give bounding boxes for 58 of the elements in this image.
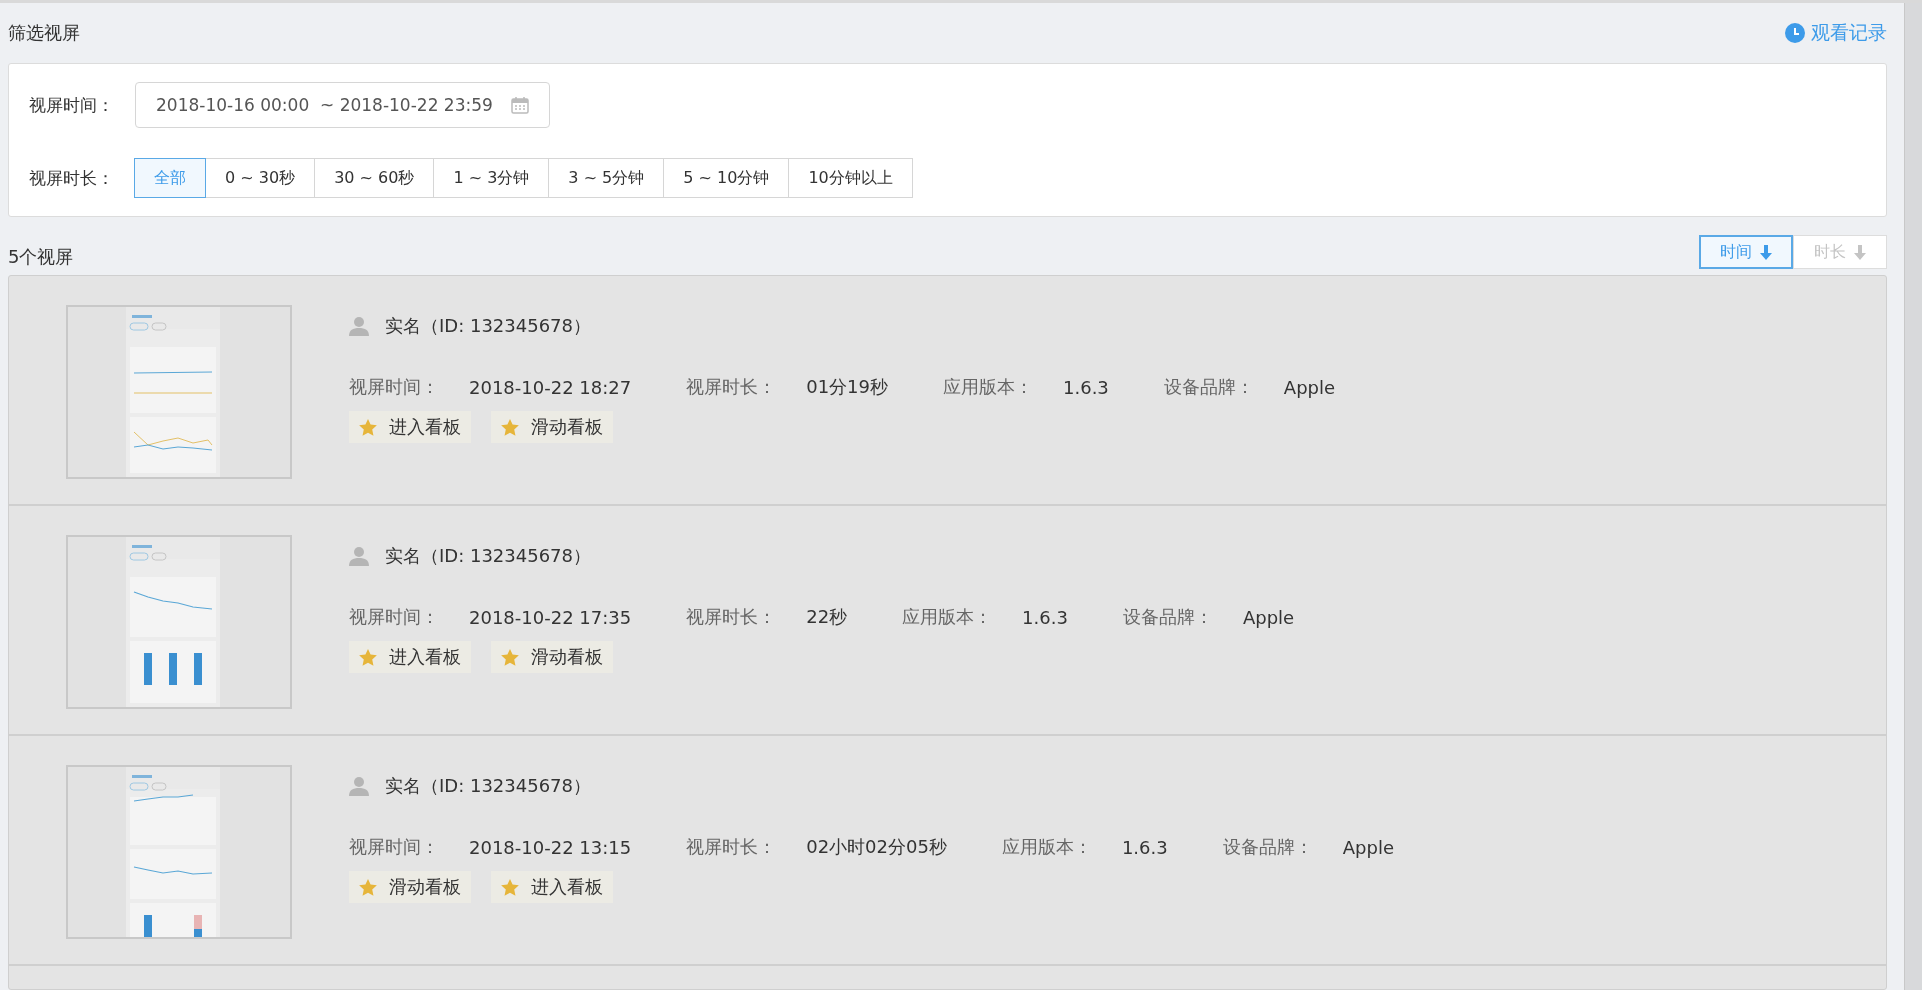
- star-icon: [359, 418, 377, 436]
- field-label: 视屏时长：: [686, 375, 777, 399]
- field-label: 设备品牌：: [1163, 375, 1254, 399]
- board-tag: 进入看板: [349, 641, 471, 673]
- scrollbar[interactable]: [1904, 3, 1922, 990]
- star-icon: [359, 878, 377, 896]
- filter-label: 视屏时间：: [29, 93, 115, 117]
- duration-option[interactable]: 3 ~ 5分钟: [548, 158, 665, 198]
- board-tag: 滑动看板: [349, 871, 471, 903]
- field-label: 视屏时长：: [686, 835, 777, 859]
- down-arrow-icon: [1760, 244, 1772, 260]
- user-name: 实名（ID: 132345678）: [385, 774, 592, 798]
- field-label: 视屏时间：: [349, 835, 439, 859]
- field-value: Apple: [1242, 606, 1295, 628]
- field-value: 01分19秒: [806, 375, 888, 399]
- star-icon: [501, 878, 519, 896]
- section-title: 筛选视屏: [8, 21, 80, 45]
- board-tag: 滑动看板: [491, 411, 613, 443]
- person-icon: [349, 316, 369, 336]
- date-range-field[interactable]: 2018-10-16 00:00 ~ 2018-10-22 23:59: [135, 82, 550, 128]
- field-label: 应用版本：: [943, 375, 1033, 399]
- person-icon: [349, 546, 369, 566]
- field-value: 1.6.3: [1121, 836, 1168, 858]
- calendar-icon: [510, 96, 529, 114]
- duration-option[interactable]: 30 ~ 60秒: [314, 158, 435, 198]
- field-value: 22秒: [806, 605, 848, 629]
- clock-icon: [1785, 23, 1805, 43]
- field-value: Apple: [1283, 376, 1336, 398]
- board-tag: 进入看板: [491, 871, 613, 903]
- field-label: 视屏时间：: [349, 605, 439, 629]
- user-name: 实名（ID: 132345678）: [385, 544, 592, 568]
- duration-option[interactable]: 10分钟以上: [788, 158, 913, 198]
- field-label: 视屏时间：: [349, 375, 439, 399]
- board-tag: 进入看板: [349, 411, 471, 443]
- field-label: 设备品牌：: [1122, 605, 1213, 629]
- field-value: 2018-10-22 18:27: [469, 376, 632, 398]
- duration-option[interactable]: 5 ~ 10分钟: [663, 158, 790, 198]
- result-count: 5个视屏: [8, 245, 74, 269]
- field-value: 2018-10-22 17:35: [469, 606, 632, 628]
- field-value: 1.6.3: [1063, 376, 1109, 398]
- field-value: Apple: [1342, 836, 1394, 858]
- field-label: 应用版本：: [902, 605, 993, 629]
- board-tag: 滑动看板: [491, 641, 613, 673]
- field-value: 02小时02分05秒: [806, 835, 947, 859]
- field-label: 设备品牌：: [1222, 835, 1313, 859]
- field-value: 2018-10-22 13:15: [469, 836, 632, 858]
- star-icon: [359, 648, 377, 666]
- filter-label: 视屏时长：: [29, 166, 115, 190]
- star-icon: [501, 648, 519, 666]
- duration-option[interactable]: 0 ~ 30秒: [205, 158, 316, 198]
- down-arrow-icon: [1854, 244, 1866, 260]
- user-name: 实名（ID: 132345678）: [385, 314, 592, 338]
- star-icon: [501, 418, 519, 436]
- field-value: 1.6.3: [1022, 606, 1068, 628]
- field-label: 视屏时长：: [686, 605, 777, 629]
- field-label: 应用版本：: [1001, 835, 1092, 859]
- person-icon: [349, 776, 369, 796]
- duration-option[interactable]: 1 ~ 3分钟: [433, 158, 550, 198]
